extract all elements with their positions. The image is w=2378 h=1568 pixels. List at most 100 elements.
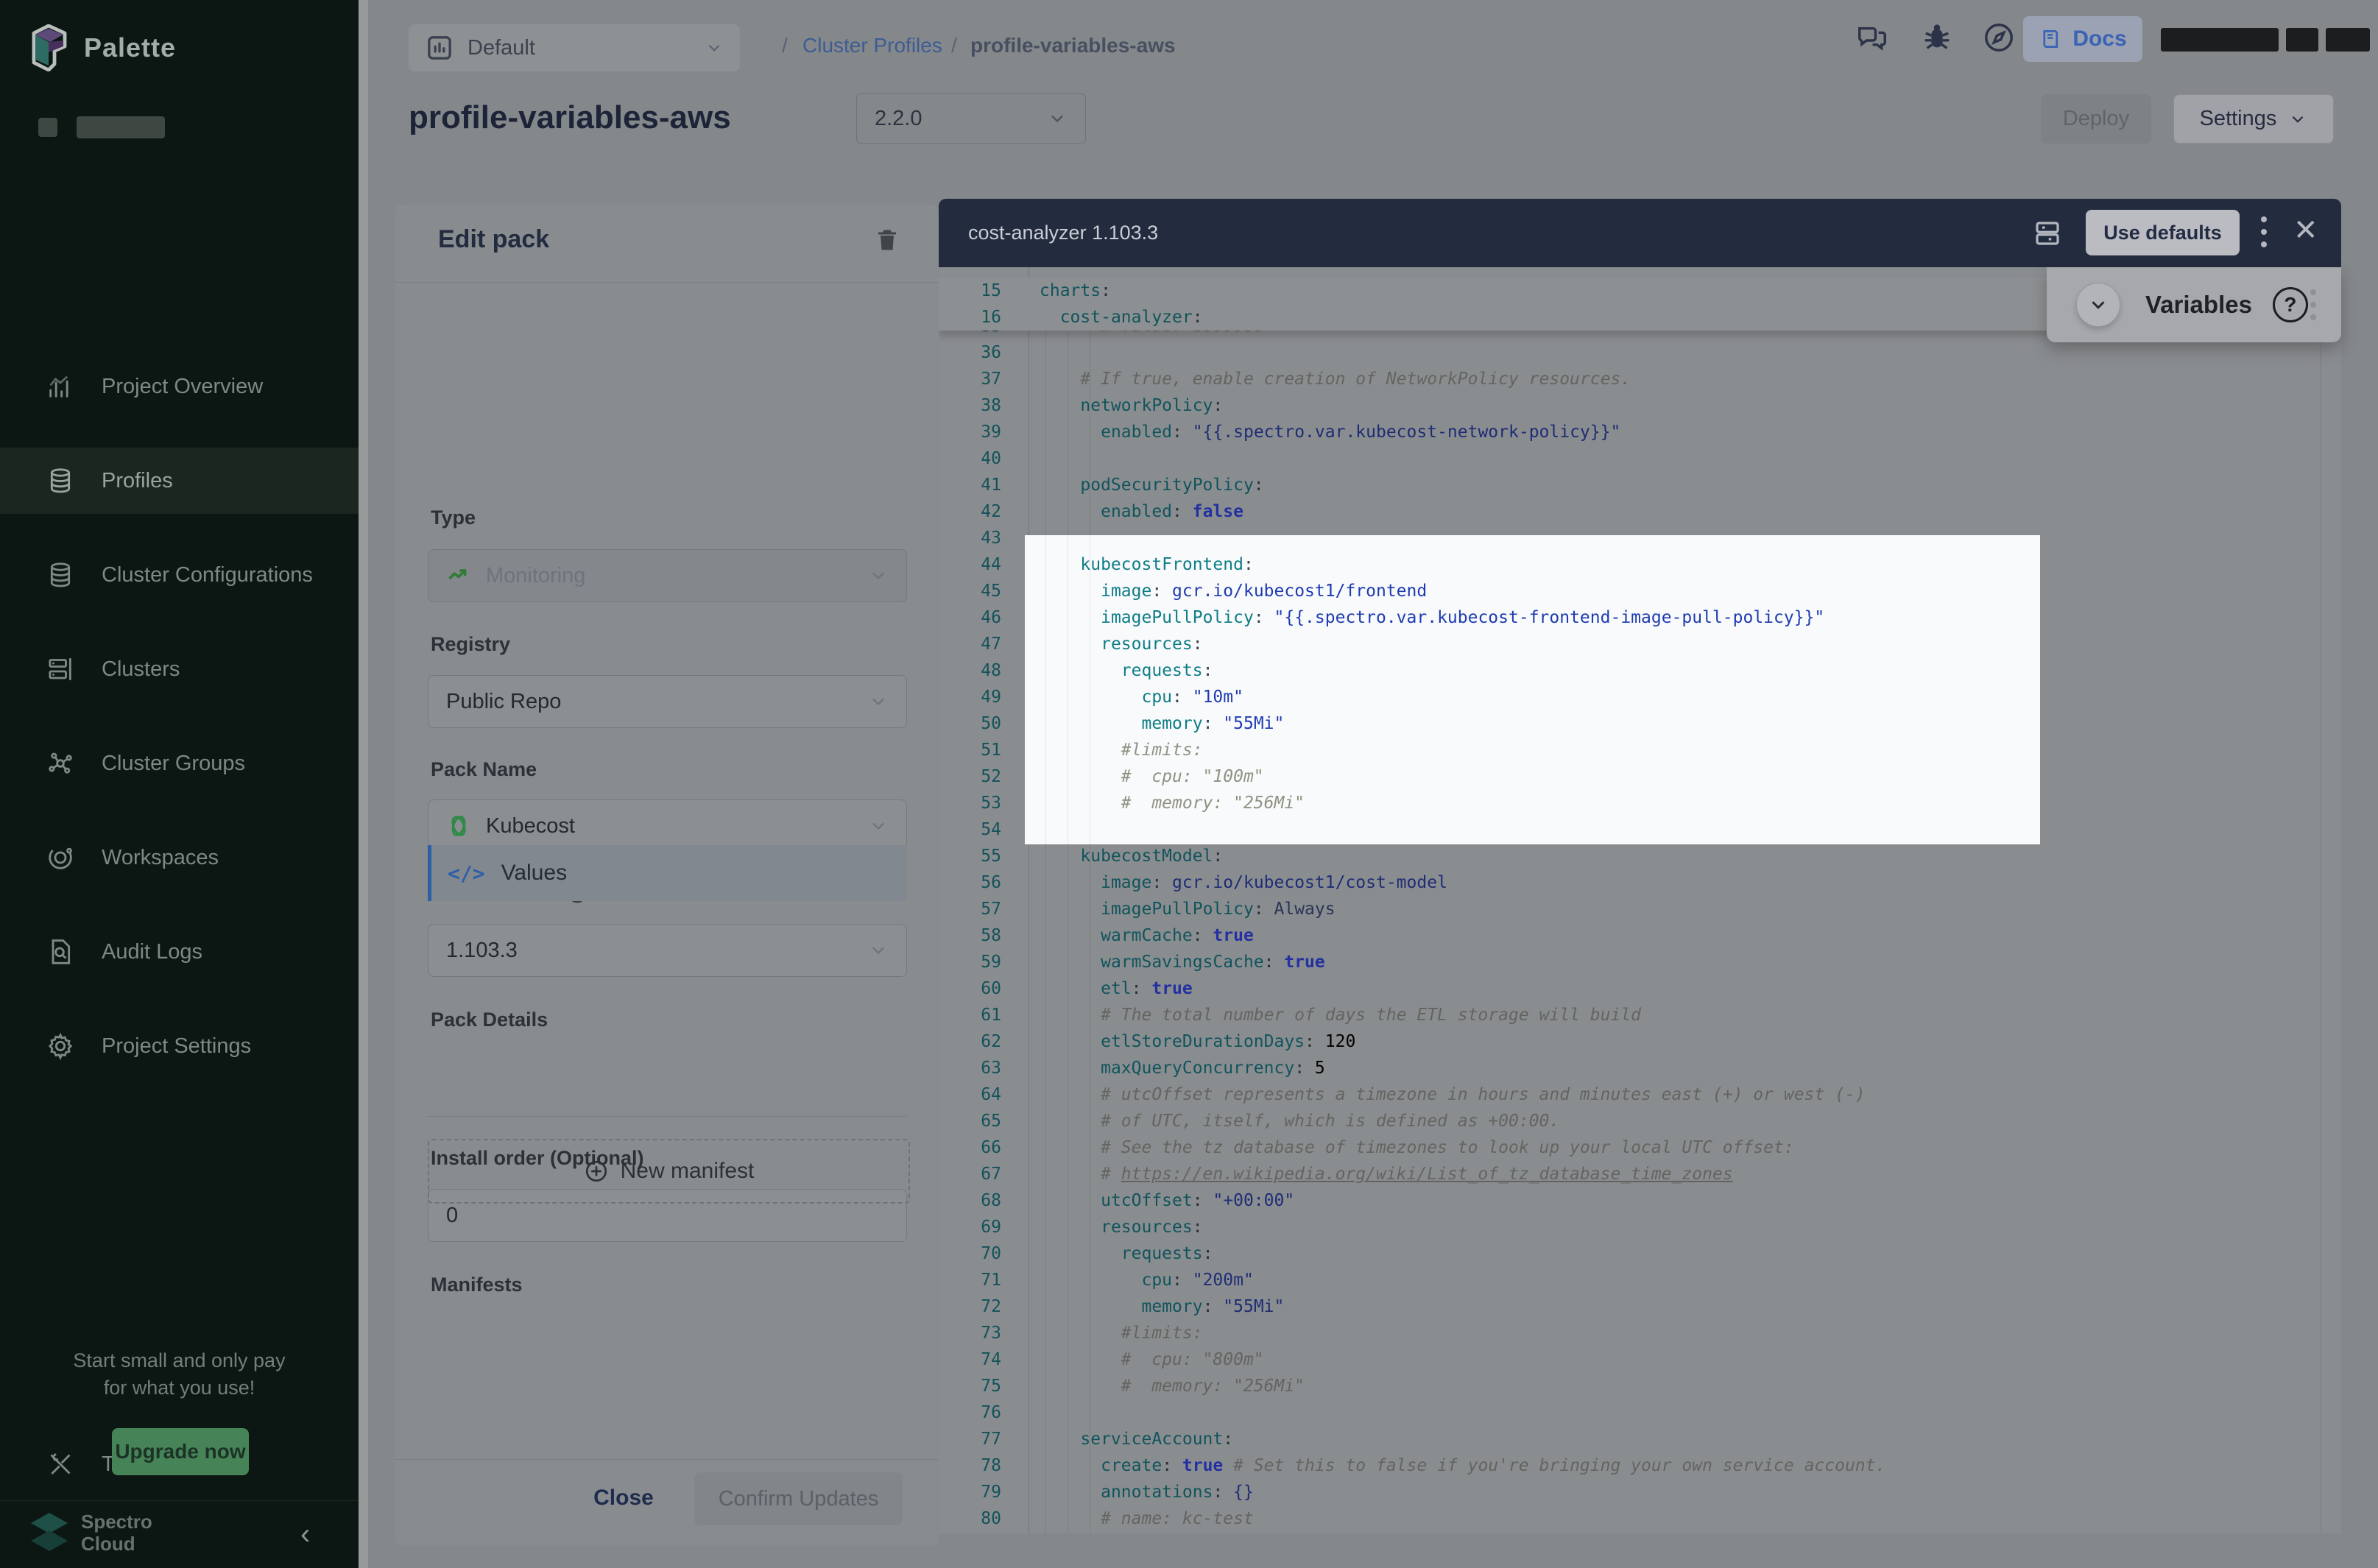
code-line-42: 42 enabled: false <box>939 498 2321 525</box>
delete-pack-icon[interactable] <box>874 227 900 253</box>
line-number: 60 <box>939 975 1029 1002</box>
line-number: 71 <box>939 1267 1029 1293</box>
sidebar-item-project-overview[interactable]: Project Overview <box>0 353 359 420</box>
code-line-62: 62 etlStoreDurationDays: 120 <box>939 1028 2321 1055</box>
line-number: 37 <box>939 366 1029 392</box>
sidebar-item-audit-logs[interactable]: Audit Logs <box>0 919 359 985</box>
line-number: 46 <box>939 604 1029 631</box>
line-number: 50 <box>939 710 1029 737</box>
sidebar-item-project-settings[interactable]: Project Settings <box>0 1013 359 1079</box>
sidebar-item-label: Project Settings <box>102 1034 251 1059</box>
registry-select[interactable]: Public Repo <box>428 675 907 728</box>
sidebar-footer-divider <box>0 1500 359 1501</box>
feedback-chat-icon[interactable] <box>1855 21 1889 54</box>
help-icon[interactable]: ? <box>2273 287 2308 322</box>
use-defaults-button[interactable]: Use defaults <box>2086 210 2240 255</box>
variables-menu-icon[interactable] <box>2310 289 2316 320</box>
spectro-cloud-brand: Spectro Cloud <box>29 1511 152 1555</box>
sidebar-item-clusters[interactable]: Clusters <box>0 636 359 702</box>
line-number: 67 <box>939 1161 1029 1187</box>
upgrade-now-button[interactable]: Upgrade now <box>112 1428 249 1475</box>
chevron-down-icon <box>2288 110 2307 129</box>
type-label: Type <box>431 506 476 529</box>
line-number: 47 <box>939 631 1029 657</box>
new-manifest-button[interactable]: New manifest <box>428 1139 910 1204</box>
settings-button[interactable]: Settings <box>2173 94 2334 144</box>
book-icon <box>2039 27 2064 52</box>
registry-label: Registry <box>431 633 510 656</box>
line-number: 78 <box>939 1452 1029 1479</box>
sidebar-item-cluster-configurations[interactable]: Cluster Configurations <box>0 542 359 608</box>
servers-icon <box>46 654 75 684</box>
close-button[interactable]: Close <box>579 1476 668 1520</box>
variables-collapse-button[interactable] <box>2076 283 2120 327</box>
sidebar-item-label: Cluster Configurations <box>102 563 313 587</box>
line-number: 44 <box>939 551 1029 578</box>
breadcrumb-cluster-profiles[interactable]: Cluster Profiles <box>802 34 942 57</box>
chevron-down-icon <box>868 940 889 961</box>
pack-name-label: Pack Name <box>431 758 537 781</box>
profile-version-select[interactable]: 2.2.0 <box>856 93 1086 144</box>
confirm-updates-button[interactable]: Confirm Updates <box>694 1472 903 1525</box>
bar-chart-icon <box>46 372 75 401</box>
bug-report-icon[interactable] <box>1920 21 1954 54</box>
code-line-68: 68 utcOffset: "+00:00" <box>939 1187 2321 1214</box>
layers-icon <box>46 466 75 495</box>
code-line-46: imagePullPolicy: "{{.spectro.var.kubecos… <box>1025 604 2040 631</box>
chevron-down-icon <box>705 38 724 57</box>
line-number: 64 <box>939 1081 1029 1108</box>
gear-icon <box>46 1031 75 1061</box>
window-scrollbar[interactable] <box>359 0 368 1568</box>
code-line-72: 72 memory: "55Mi" <box>939 1293 2321 1320</box>
breadcrumb-separator: / <box>782 34 788 57</box>
editor-title: cost-analyzer 1.103.3 <box>968 222 1158 244</box>
pack-version-select[interactable]: 1.103.3 <box>428 924 907 977</box>
line-number: 53 <box>939 790 1029 816</box>
page-title: profile-variables-aws <box>409 99 731 136</box>
sidebar-item-label: Profiles <box>102 469 173 493</box>
code-line-39: 39 enabled: "{{.spectro.var.kubecost-net… <box>939 419 2321 445</box>
sidebar-collapse-button[interactable]: ‹ <box>300 1518 310 1551</box>
redacted-username <box>2161 28 2279 52</box>
code-line-36: 36 <box>939 339 2321 366</box>
deploy-button[interactable]: Deploy <box>2041 94 2151 144</box>
line-number: 69 <box>939 1214 1029 1240</box>
redacted-avatar <box>2326 28 2370 52</box>
sidebar-item-cluster-groups[interactable]: Cluster Groups <box>0 730 359 797</box>
help-compass-icon[interactable] <box>1982 21 2016 54</box>
docs-button[interactable]: Docs <box>2023 16 2142 62</box>
diff-view-icon[interactable] <box>2032 218 2063 249</box>
pack-details-values-tab[interactable]: </> Values <box>428 845 907 901</box>
close-icon[interactable]: ✕ <box>2293 213 2318 247</box>
project-selector[interactable]: Default <box>409 24 740 71</box>
highlighted-code-region: kubecostFrontend: image: gcr.io/kubecost… <box>1025 535 2040 844</box>
brand-line-2: Cloud <box>81 1533 152 1555</box>
code-line-56: 56 image: gcr.io/kubecost1/cost-model <box>939 869 2321 896</box>
code-line-75: 75 # memory: "256Mi" <box>939 1373 2321 1399</box>
code-line-55: 55 kubecostModel: <box>939 843 2321 869</box>
pack-values-editor: cost-analyzer 1.103.3 Use defaults ✕ 35 … <box>939 199 2341 1533</box>
pack-name-value: Kubecost <box>486 814 575 838</box>
pack-details-label: Pack Details <box>431 1009 548 1031</box>
project-selector-value: Default <box>468 36 535 60</box>
chevron-down-icon <box>1047 108 1068 129</box>
sidebar-item-profiles[interactable]: Profiles <box>0 448 359 514</box>
line-number: 56 <box>939 869 1029 896</box>
code-editor-body[interactable]: 35 # value: 10000003637 # If true, enabl… <box>939 267 2341 1533</box>
line-number: 75 <box>939 1373 1029 1399</box>
sidebar-item-label: Audit Logs <box>102 940 202 964</box>
line-number: 48 <box>939 657 1029 684</box>
editor-menu-icon[interactable] <box>2261 216 2267 247</box>
code-icon: </> <box>448 861 485 886</box>
line-number: 70 <box>939 1240 1029 1267</box>
docs-label: Docs <box>2072 27 2126 52</box>
code-line-50: memory: "55Mi" <box>1025 710 2040 737</box>
palette-logo: Palette <box>28 22 322 74</box>
breadcrumb-separator: / <box>951 34 957 57</box>
project-icon <box>425 33 454 63</box>
code-line-40: 40 <box>939 445 2321 472</box>
line-number: 41 <box>939 472 1029 498</box>
code-line-49: cpu: "10m" <box>1025 684 2040 710</box>
sidebar-item-workspaces[interactable]: Workspaces <box>0 824 359 891</box>
brand-line-1: Spectro <box>81 1511 152 1533</box>
